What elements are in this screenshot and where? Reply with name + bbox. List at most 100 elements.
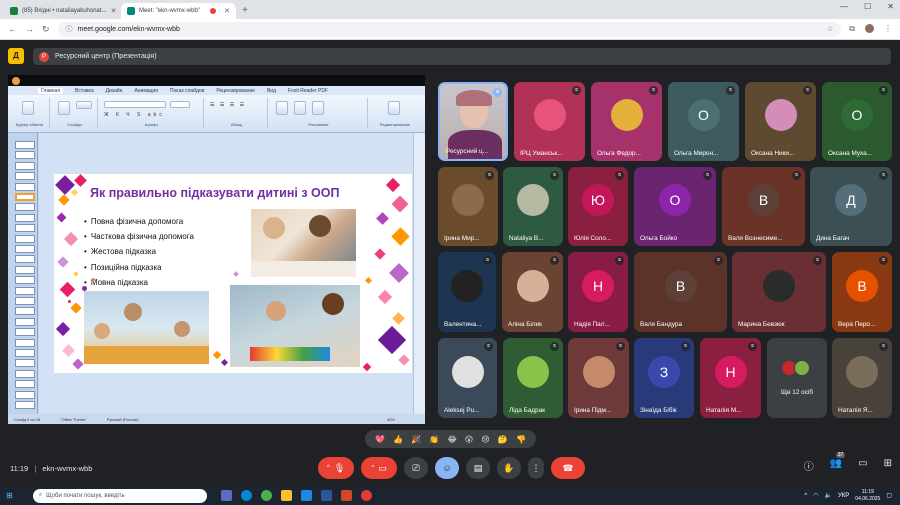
reaction-emoji-icon[interactable]: 😮	[465, 435, 473, 444]
chrome-profile-icon[interactable]	[360, 490, 372, 501]
raise-hand-button[interactable]: ✋	[497, 457, 521, 479]
participant-tile[interactable]: Ресурсний ц... ⊕	[438, 82, 508, 161]
chevron-up-icon[interactable]: ^	[327, 465, 330, 471]
network-icon[interactable]: ◠	[813, 492, 818, 499]
menu-icon[interactable]: ⋮	[884, 24, 892, 34]
participant-tile[interactable]: Д Дина Багач ⦸	[810, 167, 892, 246]
participant-tile[interactable]: Aleksej Pu... ⦸	[438, 338, 497, 418]
close-window-icon[interactable]: ✕	[887, 2, 894, 11]
reaction-emoji-icon[interactable]: 🎉	[411, 435, 421, 444]
reaction-emoji-icon[interactable]: 💖	[375, 435, 385, 444]
chevron-up-icon[interactable]: ^	[371, 465, 374, 471]
reactions-button[interactable]: ☺	[435, 457, 459, 479]
participant-tile[interactable]: В Вера Перо... ⦸	[832, 252, 892, 332]
ribbon-group-drawing: Рисование	[270, 98, 368, 128]
decorative-diamond	[391, 227, 410, 246]
taskbar-search[interactable]: ⌕ Щоби почати пошук, введіть	[32, 488, 207, 503]
participant-tile[interactable]: Ольга Федор... ⦸	[591, 82, 662, 161]
participant-tile[interactable]: Ліда Бадрак ⦸	[503, 338, 563, 418]
camera-toggle-button[interactable]: ^ ▭	[361, 457, 397, 479]
browser-tab-gmail[interactable]: (85) Вхідні • nataliayakuhonat... ✕	[4, 3, 119, 19]
reaction-emoji-icon[interactable]: 🤔	[498, 435, 508, 444]
participant-tile[interactable]: Ю Юлія Соло... ⦸	[568, 167, 628, 246]
participant-tile[interactable]: Оксана Ники... ⦸	[745, 82, 816, 161]
participant-name: Марина Бевзюк	[738, 321, 785, 328]
word-icon[interactable]	[320, 490, 332, 501]
browser-tab-meet[interactable]: Meet: "ekn-wvmx-wbb" ✕	[121, 3, 236, 19]
mic-muted-icon: ⦸	[550, 171, 559, 180]
forward-icon[interactable]: →	[25, 24, 34, 34]
windows-taskbar: ⊞ ⌕ Щоби почати пошук, введіть ^ ◠ 🔈 УКР…	[0, 486, 900, 505]
participant-tile[interactable]: Наталія Я... ⦸	[832, 338, 892, 418]
slide-bullets: Повна фізична допомогаЧасткова фізична д…	[84, 214, 194, 290]
windows-start-icon[interactable]: ⊞	[6, 491, 13, 500]
participant-tile[interactable]: Ірина Мир... ⦸	[438, 167, 498, 246]
extensions-icon[interactable]: ⧉	[849, 24, 855, 34]
more-vert-icon: ⋮	[531, 462, 541, 473]
site-info-icon[interactable]: ⓘ	[66, 24, 73, 34]
language-indicator[interactable]: УКР	[838, 493, 849, 499]
present-button[interactable]: ⎚	[404, 457, 428, 479]
mic-muted-icon: ⦸	[803, 86, 812, 95]
people-button[interactable]: 👥 37	[830, 452, 846, 473]
minimize-icon[interactable]: —	[840, 2, 848, 11]
participant-tile[interactable]: Н Надія Пал... ⦸	[568, 252, 628, 332]
participant-tile[interactable]: Н Наталія М... ⦸	[700, 338, 761, 418]
participant-tile[interactable]: Марина Бевзюк ⦸	[732, 252, 826, 332]
activities-icon[interactable]: ⊞	[884, 458, 892, 473]
bookmark-star-icon[interactable]: ☆	[827, 25, 841, 33]
notifications-icon[interactable]: ▢	[886, 492, 892, 499]
participant-avatar	[763, 269, 795, 302]
tray-chevron-icon[interactable]: ^	[804, 493, 807, 499]
window-controls: — ☐ ✕	[840, 2, 894, 11]
mic-toggle-button[interactable]: ^ 🎙	[318, 457, 354, 479]
slide-bullet: Позиційна підказка	[84, 260, 194, 275]
chrome-icon[interactable]	[260, 490, 272, 501]
chat-icon[interactable]: ▭	[858, 458, 867, 473]
captions-button[interactable]: ▤	[466, 457, 490, 479]
participant-tile[interactable]: О Оксана Муха... ⦸	[822, 82, 892, 161]
participant-tile[interactable]: Валентина... ⦸	[438, 252, 496, 332]
decorative-diamond	[63, 231, 79, 247]
leave-call-button[interactable]: ☎	[551, 457, 585, 479]
reaction-emoji-icon[interactable]: 👏	[429, 435, 439, 444]
participant-tile[interactable]: З Зінаїда Бібік ⦸	[634, 338, 694, 418]
participant-tile[interactable]: О Ольга Бойко ⦸	[634, 167, 716, 246]
close-tab-icon[interactable]: ✕	[111, 7, 117, 15]
participant-tile[interactable]: Ще 12 осіб	[767, 338, 827, 418]
maximize-icon[interactable]: ☐	[864, 2, 871, 11]
info-icon[interactable]: ⓘ	[804, 458, 814, 473]
participant-tile[interactable]: В Валя Бандура ⦸	[634, 252, 727, 332]
ribbon-group-slides: Слайды	[52, 98, 98, 128]
reaction-emoji-icon[interactable]: 😂	[447, 435, 456, 444]
close-tab-icon[interactable]: ✕	[224, 7, 230, 15]
edge-icon[interactable]	[240, 490, 252, 501]
participant-initial-avatar: В	[747, 184, 780, 217]
profile-avatar[interactable]	[865, 24, 874, 33]
store-icon[interactable]	[300, 490, 312, 501]
slide-thumbnail	[15, 203, 35, 212]
reaction-emoji-icon[interactable]: 👍	[393, 435, 403, 444]
meet-icon	[127, 7, 135, 15]
new-tab-button[interactable]: +	[242, 3, 248, 19]
file-explorer-icon[interactable]	[280, 490, 292, 501]
reaction-emoji-icon[interactable]: 😢	[481, 435, 489, 444]
reaction-emoji-icon[interactable]: 👎	[516, 435, 526, 444]
participant-tile[interactable]: Ірина Підм... ⦸	[568, 338, 629, 418]
back-icon[interactable]: ←	[8, 24, 17, 34]
reload-icon[interactable]: ↻	[42, 24, 50, 35]
participant-tile[interactable]: Аліна Білик ⦸	[502, 252, 563, 332]
participant-tile[interactable]: ІРЦ Уманськ... ⦸	[514, 82, 585, 161]
participant-tile[interactable]: Nataliya B... ⦸	[503, 167, 563, 246]
more-options-button[interactable]: ⋮	[528, 457, 544, 479]
mic-muted-icon: ⦸	[550, 342, 559, 351]
participant-tile[interactable]: О Ольга Мирон... ⦸	[668, 82, 739, 161]
participant-avatar	[517, 355, 549, 388]
task-view-icon[interactable]	[220, 490, 232, 501]
url-field[interactable]: ⓘ meet.google.com/ekn-wvmx-wbb ☆	[57, 21, 842, 37]
powerpoint-icon[interactable]	[340, 490, 352, 501]
volume-icon[interactable]: 🔈	[825, 492, 832, 499]
participant-name: Аліна Білик	[508, 321, 542, 328]
participant-tile[interactable]: В Валя Вознесиме... ⦸	[722, 167, 805, 246]
clock[interactable]: 11:19 04.06.2025	[855, 489, 880, 503]
